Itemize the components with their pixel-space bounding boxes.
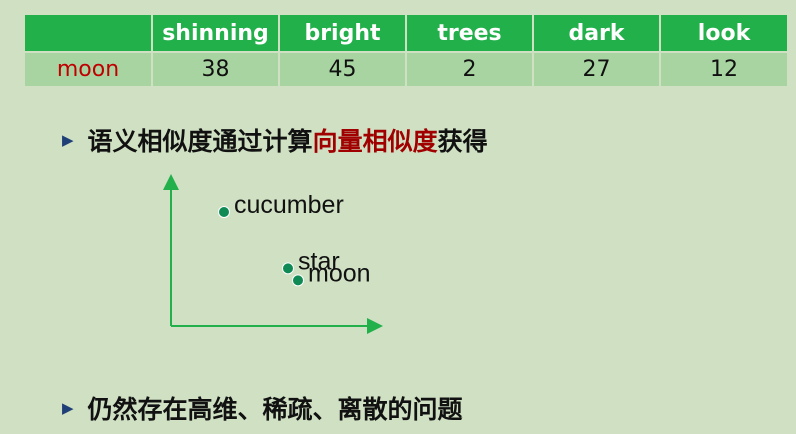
scatter-point-moon	[292, 274, 304, 287]
bullet-text: 仍然存在高维、稀疏、离散的问题	[87, 395, 463, 424]
word-vector-scatter-plot: cucumberstarmoon	[163, 174, 383, 334]
point-label: moon	[308, 259, 371, 287]
scatter-point-star	[282, 262, 294, 275]
bullet-point-2: ▶ 仍然存在高维、稀疏、离散的问题	[62, 390, 463, 426]
scatter-point-cucumber	[218, 206, 230, 218]
point-label: cucumber	[234, 191, 344, 219]
triangle-bullet-icon: ▶	[62, 399, 74, 417]
